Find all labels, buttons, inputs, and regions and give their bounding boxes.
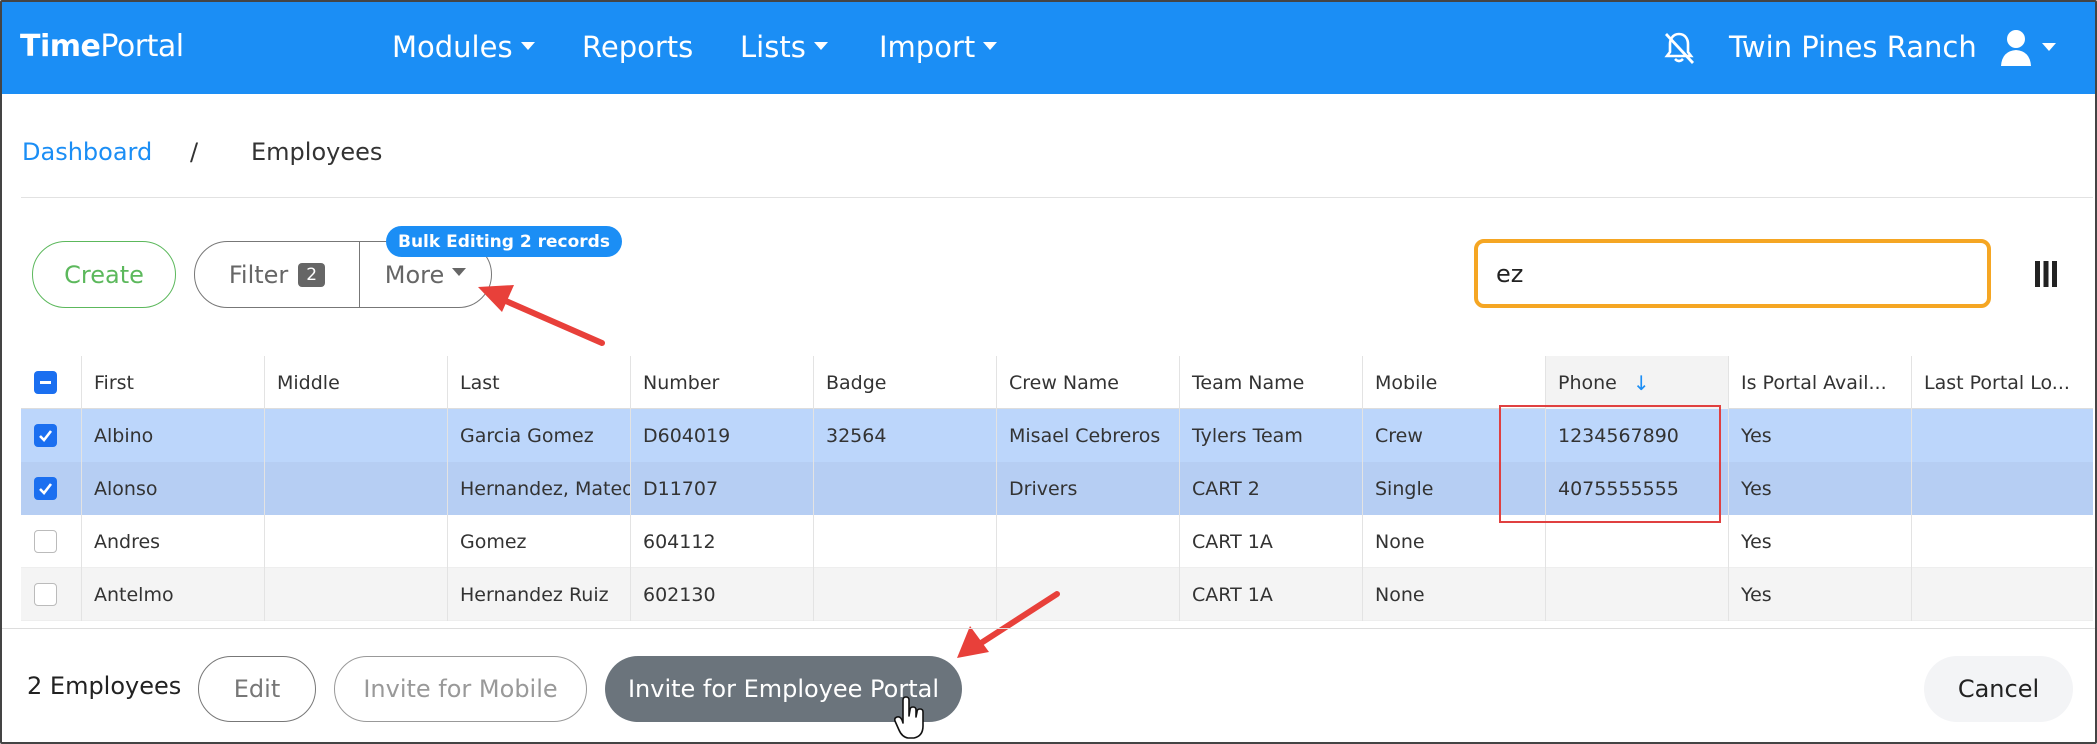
cell-first: Alonso [82,462,265,515]
invite-mobile-button[interactable]: Invite for Mobile [334,656,587,722]
row-checkbox[interactable] [34,530,57,553]
top-navbar: TimePortal Modules Reports Lists Import … [2,2,2095,94]
breadcrumb-dashboard[interactable]: Dashboard [22,138,152,166]
cell-first: Antelmo [82,568,265,621]
cell-first: Andres [82,515,265,568]
table-row[interactable]: Alonso Hernandez, Mateo D11707 Drivers C… [21,462,2093,515]
column-header-phone[interactable]: Phone ↓ [1546,356,1729,409]
table-header-row: First Middle Last Number Badge Crew Name… [21,356,2093,409]
search-input[interactable] [1474,239,1991,308]
app-window: TimePortal Modules Reports Lists Import … [0,0,2097,744]
cell-crew-name: Drivers [997,462,1180,515]
cell-middle [265,515,448,568]
organization-name[interactable]: Twin Pines Ranch [1729,30,1977,64]
filter-button[interactable]: Filter 2 [195,242,360,307]
cell-crew-name [997,568,1180,621]
bell-slash-icon[interactable] [1661,30,1697,66]
select-all-checkbox[interactable] [21,356,82,409]
breadcrumb-separator: / [190,138,199,166]
selected-count-label: 2 Employees [27,672,182,700]
cell-team-name: CART 1A [1180,568,1363,621]
table-row[interactable]: Antelmo Hernandez Ruiz 602130 CART 1A No… [21,568,2093,621]
user-icon[interactable] [2000,28,2064,68]
more-label: More [384,260,445,289]
bulk-editing-badge: Bulk Editing 2 records [386,226,622,257]
footer-divider [2,628,2095,629]
column-header-last[interactable]: Last [448,356,631,409]
column-header-middle[interactable]: Middle [265,356,448,409]
cell-mobile: None [1363,568,1546,621]
cell-first: Albino [82,409,265,462]
nav-modules[interactable]: Modules [392,30,535,64]
cell-last-portal-login [1912,462,2093,515]
cell-badge: 32564 [814,409,997,462]
cell-portal-available: Yes [1729,462,1912,515]
row-checkbox[interactable] [34,424,57,447]
cell-phone [1546,568,1729,621]
cell-number: 602130 [631,568,814,621]
chevron-down-icon [520,42,535,50]
arrow-to-more-button [478,285,605,346]
edit-button[interactable]: Edit [198,656,316,722]
cell-number: D11707 [631,462,814,515]
cell-crew-name: Misael Cebreros [997,409,1180,462]
checkbox-indeterminate[interactable] [34,371,57,394]
column-header-phone-label: Phone [1558,371,1617,394]
row-checkbox[interactable] [34,583,57,606]
divider [21,197,2093,198]
cell-badge [814,462,997,515]
hand-pointer-icon [894,696,924,739]
cell-last-portal-login [1912,568,2093,621]
cell-last: Hernandez, Mateo [448,462,631,515]
column-header-mobile[interactable]: Mobile [1363,356,1546,409]
cell-number: 604112 [631,515,814,568]
column-header-team-name[interactable]: Team Name [1180,356,1363,409]
cell-number: D604019 [631,409,814,462]
column-header-last-portal-login[interactable]: Last Portal Lo... [1912,356,2093,409]
cell-portal-available: Yes [1729,409,1912,462]
cell-last-portal-login [1912,515,2093,568]
cell-middle [265,462,448,515]
nav-lists[interactable]: Lists [740,30,828,64]
create-button[interactable]: Create [32,241,176,308]
cell-portal-available: Yes [1729,568,1912,621]
cell-badge [814,515,997,568]
annotation-highlight-box [1499,405,1721,523]
cell-team-name: CART 1A [1180,515,1363,568]
cell-last: Gomez [448,515,631,568]
cell-last: Garcia Gomez [448,409,631,462]
breadcrumb-current: Employees [251,138,383,166]
cell-team-name: Tylers Team [1180,409,1363,462]
chevron-down-icon [983,42,998,50]
row-checkbox[interactable] [34,477,57,500]
cell-badge [814,568,997,621]
cell-last-portal-login [1912,409,2093,462]
table-row[interactable]: Albino Garcia Gomez D604019 32564 Misael… [21,409,2093,462]
nav-import[interactable]: Import [879,30,998,64]
cell-team-name: CART 2 [1180,462,1363,515]
column-header-number[interactable]: Number [631,356,814,409]
cell-portal-available: Yes [1729,515,1912,568]
cell-middle [265,568,448,621]
cell-middle [265,409,448,462]
cell-crew-name [997,515,1180,568]
column-header-first[interactable]: First [82,356,265,409]
brand-logo[interactable]: TimePortal [20,29,184,64]
table-row[interactable]: Andres Gomez 604112 CART 1A None Yes [21,515,2093,568]
cell-last: Hernandez Ruiz [448,568,631,621]
chevron-down-icon [452,267,467,276]
filter-label: Filter [228,260,289,289]
nav-reports[interactable]: Reports [582,30,693,64]
cancel-button[interactable]: Cancel [1924,656,2073,722]
columns-icon[interactable] [2035,261,2057,287]
column-header-portal-available[interactable]: Is Portal Avail... [1729,356,1912,409]
filter-count-badge: 2 [298,262,326,287]
column-header-badge[interactable]: Badge [814,356,997,409]
column-header-crew-name[interactable]: Crew Name [997,356,1180,409]
sort-down-arrow-icon: ↓ [1632,370,1650,395]
chevron-down-icon [813,42,828,50]
